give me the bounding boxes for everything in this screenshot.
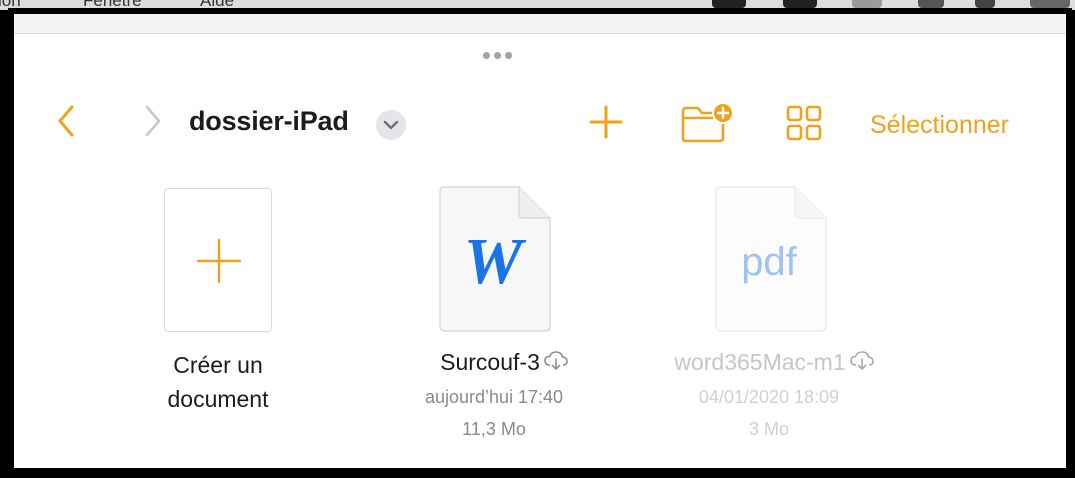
file-date: 04/01/2020 18:09 [698, 387, 840, 407]
back-chevron-icon[interactable] [52, 103, 82, 139]
battery-icon[interactable] [783, 0, 817, 8]
word-glyph: W [464, 225, 527, 298]
pdf-doc-icon[interactable]: pdf [715, 186, 827, 332]
plus-icon [196, 238, 242, 284]
folder-title: dossier-iPad [189, 106, 349, 136]
window-top-bar [14, 14, 1066, 34]
cloud-download-icon[interactable] [544, 350, 568, 377]
create-document-button[interactable] [164, 188, 272, 332]
multitasking-dots-icon[interactable] [483, 52, 512, 59]
create-label-line1: Créer un [173, 352, 263, 378]
cloud-download-icon[interactable] [849, 350, 874, 377]
new-folder-icon[interactable] [680, 100, 734, 144]
chevron-down-icon[interactable] [376, 110, 406, 140]
clock-icon[interactable] [975, 0, 995, 8]
forward-chevron-icon[interactable] [137, 103, 167, 139]
select-button[interactable]: Sélectionner [870, 111, 1009, 140]
airplay-icon[interactable] [918, 0, 944, 8]
grid-view-icon[interactable] [784, 103, 824, 143]
word-doc-icon[interactable]: W [439, 186, 551, 332]
display-icon[interactable] [852, 0, 882, 8]
pdf-glyph: pdf [741, 240, 797, 284]
status-extra-icon[interactable] [1030, 0, 1070, 8]
file-size: 11,3 Mo [462, 419, 526, 439]
file-name-text: word365Mac-m1 [674, 349, 846, 375]
create-document-label: Créer un document [128, 348, 308, 416]
add-plus-icon[interactable] [588, 104, 624, 140]
create-label-line2: document [167, 386, 269, 412]
file-name[interactable]: Surcouf-3 [404, 349, 604, 377]
file-name-text: Surcouf-3 [440, 349, 540, 375]
files-window: dossier-iPad Sélectionner Créer un docum… [8, 8, 1072, 474]
file-date: aujourd’hui 17:40 [424, 387, 564, 407]
file-name[interactable]: word365Mac-m1 [644, 349, 904, 377]
file-size: 3 Mo [748, 419, 790, 439]
toolbar: dossier-iPad Sélectionner [14, 89, 1066, 149]
status-check-icon[interactable] [712, 0, 746, 8]
